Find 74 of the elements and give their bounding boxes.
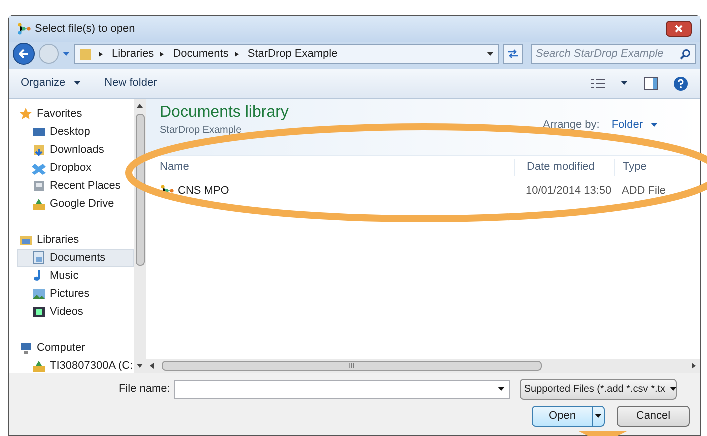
back-button[interactable]	[13, 43, 35, 65]
folder-icon	[32, 143, 46, 157]
new-folder-button[interactable]: New folder	[104, 75, 158, 92]
file-row[interactable]: CNS MPO 10/01/2014 13:50 ADD File	[146, 179, 700, 203]
sidebar-scrollbar[interactable]	[134, 99, 146, 373]
molecule-icon	[17, 22, 31, 36]
column-header[interactable]: Date modified	[514, 159, 614, 176]
document-icon	[32, 251, 46, 265]
breadcrumb-item[interactable]: Documents	[173, 46, 229, 62]
drive-icon	[32, 197, 46, 211]
close-button[interactable]	[666, 21, 692, 37]
dropdown-caret-icon	[498, 387, 506, 392]
film-icon	[32, 305, 46, 319]
organize-button[interactable]: Organize	[21, 75, 81, 92]
refresh-button[interactable]	[503, 44, 523, 64]
scroll-down-icon	[137, 364, 144, 368]
sidebar-item[interactable]: Videos	[17, 303, 134, 321]
drive-icon	[32, 359, 46, 373]
sidebar-item[interactable]: Pictures	[17, 285, 134, 303]
file-type-dropdown[interactable]: Supported Files (*.add *.csv *.tx	[520, 379, 678, 400]
sidebar-item[interactable]: Downloads	[17, 141, 134, 159]
sidebar-item[interactable]: Google Drive	[17, 195, 134, 213]
file-name-field[interactable]	[174, 380, 510, 399]
image-icon	[32, 287, 46, 301]
monitor-icon	[32, 125, 46, 139]
history-caret-icon	[63, 52, 70, 56]
sidebar-item[interactable]: Desktop	[17, 123, 134, 141]
scroll-right-icon	[692, 363, 696, 369]
sidebar-item[interactable]: Documents	[17, 249, 134, 267]
address-bar[interactable]: Libraries Documents StarDrop Example	[74, 44, 499, 64]
open-button[interactable]: Open	[532, 406, 605, 427]
sidebar-heading[interactable]: Computer	[17, 339, 134, 357]
breadcrumb-item[interactable]: StarDrop Example	[248, 46, 338, 62]
preview-pane-icon[interactable]	[644, 77, 658, 90]
date-cell-text: 10/01/2014 13:50	[525, 184, 613, 199]
library-subtitle: StarDrop Example	[160, 124, 243, 138]
sidebar-item[interactable]: Music	[17, 267, 134, 285]
folder-icon	[79, 47, 93, 61]
sidebar-item[interactable]: TI30807300A (C:	[17, 357, 134, 375]
highlight-arrow	[578, 431, 628, 436]
dropdown-caret-icon	[595, 414, 602, 419]
help-icon[interactable]	[674, 76, 688, 90]
search-field[interactable]: Search StarDrop Example	[531, 44, 696, 64]
folder-icon	[19, 233, 33, 247]
view-caret-icon	[621, 81, 628, 86]
close-icon	[675, 25, 683, 33]
caret-icon	[651, 122, 658, 128]
monitor-icon	[19, 341, 33, 355]
arrange-dropdown[interactable]: Folder	[612, 117, 658, 134]
dropdown-caret-icon	[670, 387, 677, 392]
caret-icon	[74, 81, 81, 86]
refresh-icon	[507, 49, 519, 59]
library-title: Documents library	[160, 103, 289, 123]
breadcrumb-item[interactable]: Libraries	[112, 46, 154, 62]
column-header[interactable]: Type	[614, 159, 647, 176]
window-title: Select file(s) to open	[35, 22, 136, 37]
view-list-icon[interactable]	[591, 78, 605, 88]
window-icon	[32, 179, 46, 193]
file-name-label: File name:	[119, 382, 170, 398]
search-icon	[680, 48, 691, 60]
star-icon	[19, 107, 33, 121]
column-header[interactable]: Name	[146, 159, 514, 176]
type-cell-text: ADD File	[621, 184, 666, 199]
sidebar-item[interactable]: Dropbox	[17, 159, 134, 177]
cancel-button[interactable]: Cancel	[617, 406, 690, 427]
dropdown-caret-icon	[487, 52, 494, 56]
arrange-label: Arrange by:	[542, 118, 600, 133]
scroll-up-icon	[137, 104, 144, 108]
arrow-left-icon	[19, 49, 29, 59]
sidebar-heading[interactable]: Favorites	[17, 105, 134, 123]
file-name: CNS MPO	[178, 184, 230, 199]
scroll-left-icon	[150, 363, 154, 369]
sidebar-heading[interactable]: Libraries	[17, 231, 134, 249]
sidebar-item[interactable]: Recent Places	[17, 177, 134, 195]
